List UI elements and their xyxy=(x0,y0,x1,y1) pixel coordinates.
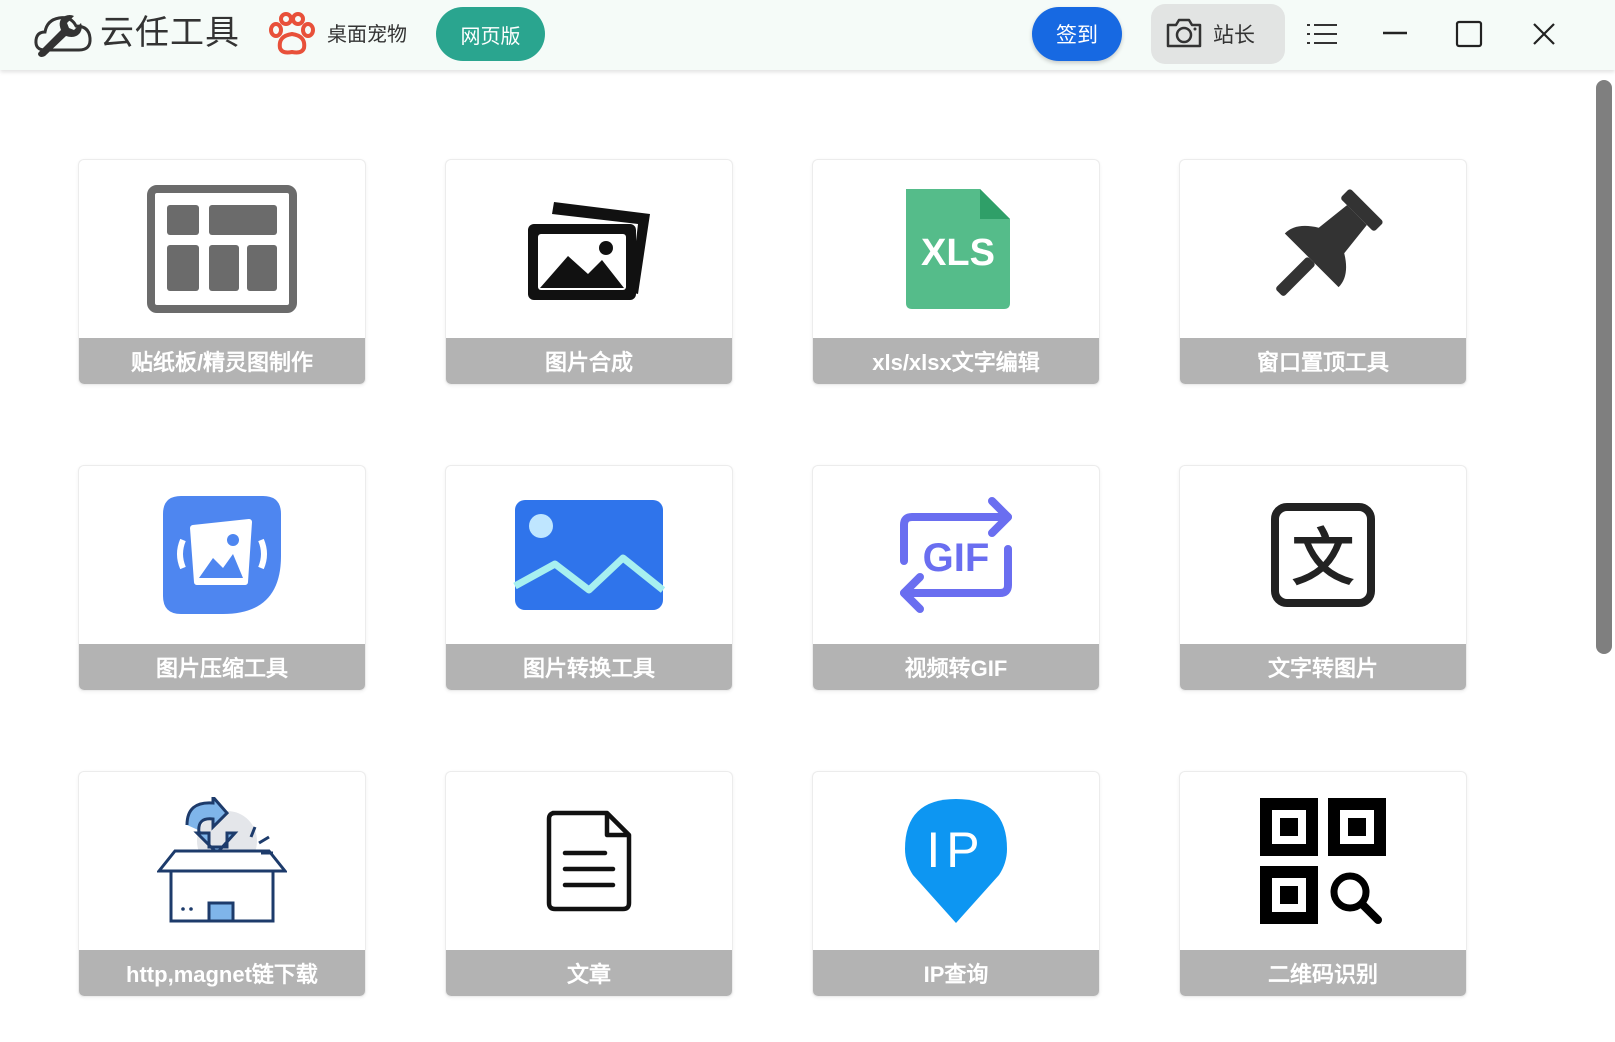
app-title: 云任工具 xyxy=(100,13,240,53)
screenshot-button[interactable]: 站长 xyxy=(1151,4,1285,64)
tool-label: 二维码识别 xyxy=(1180,950,1466,996)
tool-card-window-pin[interactable]: 窗口置顶工具 xyxy=(1179,159,1467,385)
maximize-icon[interactable] xyxy=(1455,20,1483,48)
tool-label: 文章 xyxy=(446,950,732,996)
svg-text:GIF: GIF xyxy=(923,536,990,580)
desktop-pet-label[interactable]: 桌面宠物 xyxy=(327,20,407,48)
tool-card-qr-recognize[interactable]: 二维码识别 xyxy=(1179,771,1467,997)
tool-card-article[interactable]: 文章 xyxy=(445,771,733,997)
tool-label: IP查询 xyxy=(813,950,1099,996)
web-version-button[interactable]: 网页版 xyxy=(436,7,545,61)
svg-text:XLS: XLS xyxy=(921,232,995,274)
ip-location-icon: IP xyxy=(905,799,1007,923)
sign-in-button[interactable]: 签到 xyxy=(1032,7,1122,61)
minimize-icon[interactable] xyxy=(1381,20,1409,48)
download-box-icon xyxy=(157,797,287,923)
gif-convert-icon: GIF xyxy=(900,497,1012,613)
scrollbar-thumb[interactable] xyxy=(1596,80,1612,654)
tool-card-ip-lookup[interactable]: IP IP查询 xyxy=(812,771,1100,997)
screenshot-label: 站长 xyxy=(1213,23,1255,47)
image-compress-icon xyxy=(163,496,281,614)
document-icon xyxy=(546,810,632,912)
paw-icon[interactable] xyxy=(266,12,316,56)
tool-card-image-compress[interactable]: 图片压缩工具 xyxy=(78,465,366,691)
tool-label: 视频转GIF xyxy=(813,644,1099,690)
svg-text:IP: IP xyxy=(926,822,985,878)
tool-card-image-merge[interactable]: 图片合成 xyxy=(445,159,733,385)
tool-label: 窗口置顶工具 xyxy=(1180,338,1466,384)
layout-grid-icon xyxy=(147,185,297,313)
tool-card-video-gif[interactable]: GIF 视频转GIF xyxy=(812,465,1100,691)
tool-card-image-convert[interactable]: 图片转换工具 xyxy=(445,465,733,691)
tool-label: xls/xlsx文字编辑 xyxy=(813,338,1099,384)
tool-card-text-image[interactable]: 文 文字转图片 xyxy=(1179,465,1467,691)
list-menu-icon[interactable] xyxy=(1306,20,1338,48)
tool-card-xls-edit[interactable]: XLS xls/xlsx文字编辑 xyxy=(812,159,1100,385)
xls-file-icon: XLS xyxy=(906,189,1010,309)
tool-label: 文字转图片 xyxy=(1180,644,1466,690)
qr-scan-icon xyxy=(1260,798,1386,924)
tool-label: http,magnet链下载 xyxy=(79,950,365,996)
cloud-wrench-logo-icon xyxy=(34,15,92,57)
photos-stack-icon xyxy=(528,202,650,300)
tool-label: 图片压缩工具 xyxy=(79,644,365,690)
camera-icon xyxy=(1166,18,1202,48)
close-icon[interactable] xyxy=(1530,20,1558,48)
tool-card-http-magnet[interactable]: http,magnet链下载 xyxy=(78,771,366,997)
title-bar: 云任工具 桌面宠物 网页版 签到 站长 xyxy=(0,0,1615,70)
text-char-icon: 文 xyxy=(1271,503,1375,607)
tool-label: 图片转换工具 xyxy=(446,644,732,690)
tool-label: 图片合成 xyxy=(446,338,732,384)
tool-label: 贴纸板/精灵图制作 xyxy=(79,338,365,384)
tool-grid: 贴纸板/精灵图制作 图片合成 XLS xls/xlsx文字编辑 窗口置顶工具 图… xyxy=(0,70,1615,1042)
svg-text:文: 文 xyxy=(1292,521,1354,594)
pin-icon xyxy=(1276,189,1383,296)
tool-card-sprite-sheet[interactable]: 贴纸板/精灵图制作 xyxy=(78,159,366,385)
image-icon xyxy=(513,500,665,610)
